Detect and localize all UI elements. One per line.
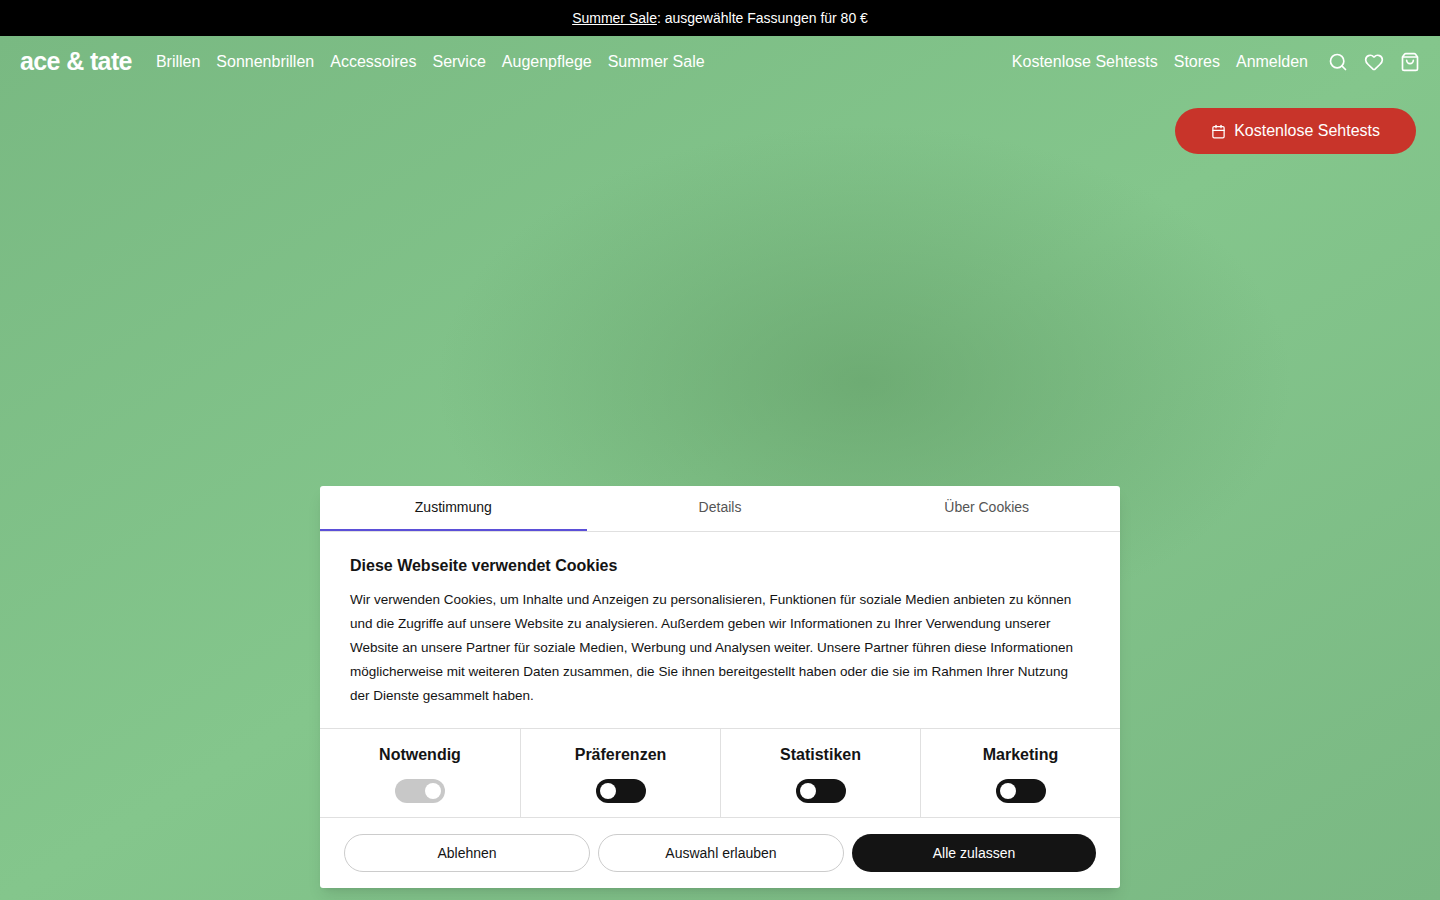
toggle-knob (800, 783, 816, 799)
cookie-buttons: AblehnenAuswahl erlaubenAlle zulassen (320, 818, 1120, 888)
bag-icon[interactable] (1400, 52, 1420, 72)
cookie-button[interactable]: Ablehnen (344, 834, 590, 872)
nav-right-item[interactable]: Stores (1174, 50, 1220, 74)
banner-link[interactable]: Summer Sale (572, 8, 657, 29)
cookie-button[interactable]: Auswahl erlauben (598, 834, 844, 872)
nav-item[interactable]: Accessoires (330, 50, 416, 74)
toggle-switch[interactable] (596, 779, 646, 803)
logo[interactable]: ace & tate (20, 43, 132, 81)
toggle-column: Notwendig (320, 729, 520, 817)
nav-right-item[interactable]: Kostenlose Sehtests (1012, 50, 1158, 74)
nav-item[interactable]: Service (432, 50, 485, 74)
cookie-tab[interactable]: Zustimmung (320, 486, 587, 531)
cookie-dialog: ZustimmungDetailsÜber Cookies Diese Webse… (320, 486, 1120, 888)
calendar-icon (1211, 124, 1226, 139)
nav-item[interactable]: Sonnenbrillen (216, 50, 314, 74)
toggle-label: Notwendig (379, 743, 461, 767)
nav-item[interactable]: Augenpflege (502, 50, 592, 74)
nav-item[interactable]: Brillen (156, 50, 200, 74)
search-icon[interactable] (1328, 52, 1348, 72)
promo-banner: Summer Sale: ausgewählte Fassungen für 8… (0, 0, 1440, 36)
cookie-body: Wir verwenden Cookies, um Inhalte und An… (350, 588, 1090, 708)
toggle-column: Marketing (920, 729, 1120, 817)
nav-right-item[interactable]: Anmelden (1236, 50, 1308, 74)
toggle-knob (1000, 783, 1016, 799)
toggle-knob (425, 783, 441, 799)
banner-text: : ausgewählte Fassungen für 80 € (657, 8, 868, 29)
toggle-switch[interactable] (996, 779, 1046, 803)
nav-item[interactable]: Summer Sale (608, 50, 705, 74)
main-nav: ace & tate Brillen Sonnenbrillen Accessoire… (0, 36, 1440, 88)
toggle-knob (600, 783, 616, 799)
heart-icon[interactable] (1364, 52, 1384, 72)
hero: ace & tate Brillen Sonnenbrillen Accessoire… (0, 36, 1440, 900)
toggle-label: Statistiken (780, 743, 861, 767)
toggle-column: Statistiken (720, 729, 920, 817)
toggle-switch[interactable] (796, 779, 846, 803)
cookie-tabs: ZustimmungDetailsÜber Cookies (320, 486, 1120, 532)
cookie-toggles: Notwendig Präferenzen Statistiken Marketing (320, 728, 1120, 818)
toggle-switch (395, 779, 445, 803)
cookie-tab[interactable]: Über Cookies (853, 486, 1120, 531)
toggle-label: Marketing (983, 743, 1059, 767)
cookie-title: Diese Webseite verwendet Cookies (350, 554, 1090, 578)
page: Summer Sale: ausgewählte Fassungen für 8… (0, 0, 1440, 900)
cookie-button[interactable]: Alle zulassen (852, 834, 1096, 872)
toggle-column: Präferenzen (520, 729, 720, 817)
cta-button[interactable]: Kostenlose Sehtests (1175, 108, 1416, 154)
cookie-tab[interactable]: Details (587, 486, 854, 531)
toggle-label: Präferenzen (575, 743, 667, 767)
